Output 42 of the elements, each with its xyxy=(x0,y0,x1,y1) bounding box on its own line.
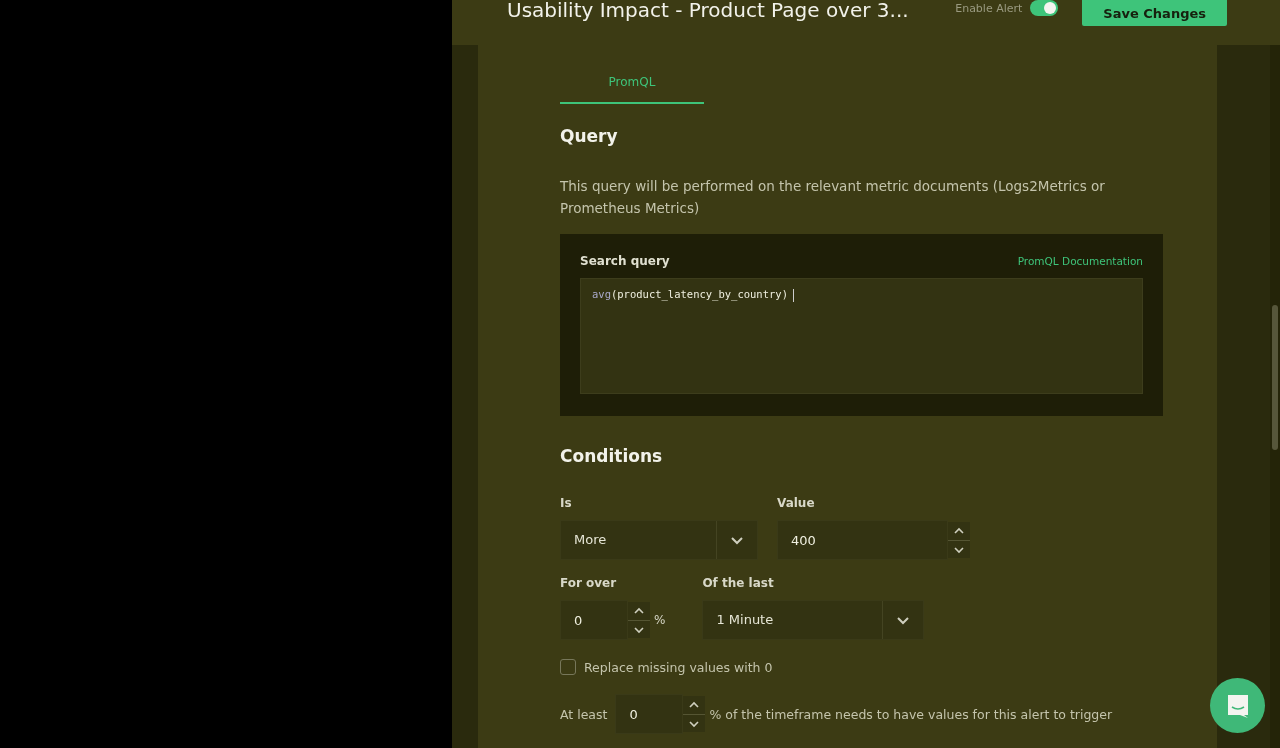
increment-button[interactable] xyxy=(948,522,970,540)
field-label: Of the last xyxy=(702,576,775,590)
field-label: For over xyxy=(560,576,618,590)
checkbox[interactable] xyxy=(560,659,576,675)
number-field[interactable]: 400 xyxy=(777,520,948,560)
chevron-down-icon xyxy=(730,535,744,545)
decrement-button[interactable] xyxy=(628,620,650,638)
decrement-button[interactable] xyxy=(683,714,706,732)
field-hint: % of the timeframe needs to have values for this alert to trigger xyxy=(709,706,1113,722)
chevron-down-icon xyxy=(896,615,911,625)
chevron-down-icon xyxy=(688,719,701,728)
dropdown[interactable]: More xyxy=(560,520,758,560)
increment-button[interactable] xyxy=(683,696,706,714)
chevron-up-icon xyxy=(953,527,965,535)
query-code: avg(product_latency_by_country) xyxy=(592,288,788,300)
section-heading: Conditions xyxy=(560,446,664,466)
save-changes-button[interactable]: Save Changes xyxy=(1082,0,1227,26)
increment-button[interactable] xyxy=(628,602,650,620)
scrollbar-thumb[interactable] xyxy=(1272,305,1278,450)
chat-bubble-icon xyxy=(1225,692,1250,719)
alert-title: Usability Impact - Product Page over 3... xyxy=(507,0,910,22)
field-label: At least xyxy=(560,706,608,722)
number-field[interactable]: 0 xyxy=(560,600,628,640)
checkbox-label: Replace missing values with 0 xyxy=(584,659,773,675)
documentation-link[interactable]: PromQL Documentation xyxy=(1017,255,1143,267)
chevron-up-icon xyxy=(688,701,701,709)
enable-alert-toggle[interactable] xyxy=(1030,0,1059,16)
toggle-label: Enable Alert xyxy=(955,1,1023,15)
decrement-button[interactable] xyxy=(948,540,970,558)
tab[interactable]: PromQL xyxy=(560,75,704,104)
field-label: Value xyxy=(777,496,816,510)
query-description: This query will be performed on the relevant metric documents (Logs2Metrics or Prometheus Metrics) xyxy=(560,177,1106,218)
field-label: Search query xyxy=(580,254,670,268)
number-field[interactable]: 0 xyxy=(615,694,684,734)
query-editor[interactable]: avg(product_latency_by_country) xyxy=(580,278,1143,394)
chevron-down-icon xyxy=(633,625,645,634)
chevron-up-icon xyxy=(633,607,645,615)
unit-label: % xyxy=(654,613,666,627)
section-heading: Query xyxy=(560,126,619,146)
chevron-down-icon xyxy=(953,545,965,554)
field-label: Is xyxy=(560,496,573,510)
dropdown[interactable]: 1 Minute xyxy=(702,600,925,640)
